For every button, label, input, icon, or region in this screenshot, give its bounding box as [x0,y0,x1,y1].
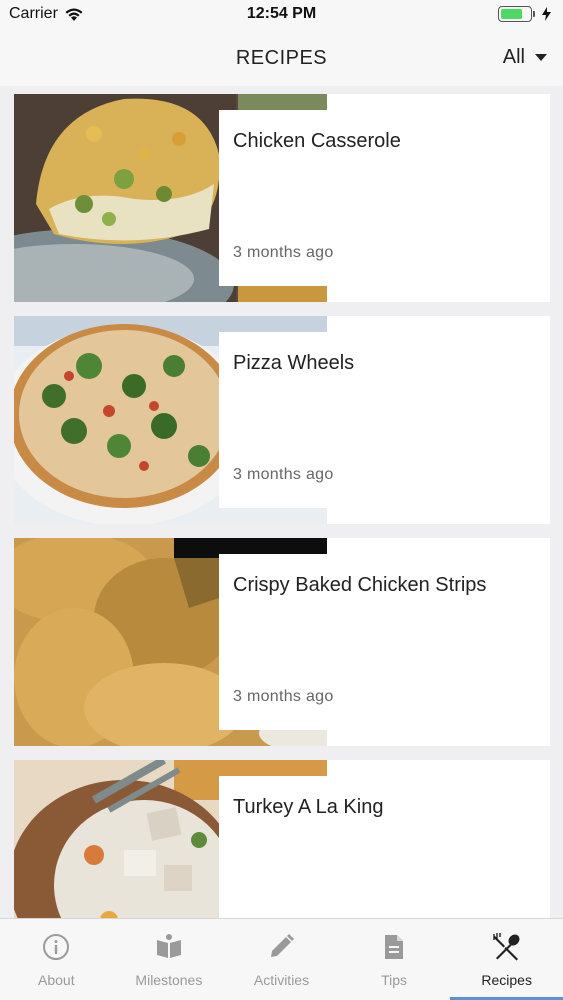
tab-recipes[interactable]: Recipes [450,919,563,1000]
page-title: RECIPES [235,47,328,69]
recipe-title: Crispy Baked Chicken Strips [233,574,487,596]
recipe-info: Crispy Baked Chicken Strips 3 months ago [219,554,550,730]
status-bar: Carrier 12:54 PM [0,0,563,30]
chevron-down-icon [535,54,547,61]
tab-label: Milestones [135,972,203,988]
document-icon [385,935,404,959]
utensils-icon [492,933,520,961]
book-icon [156,934,181,958]
status-right [498,6,551,22]
tab-bar: About Milestones Activities Tips Recipes [0,918,563,1000]
pencil-icon [271,934,295,957]
recipe-info: Turkey A La King [219,776,550,918]
recipe-timestamp: 3 months ago [233,688,334,705]
recipe-card[interactable]: Turkey A La King [14,760,550,918]
filter-dropdown[interactable]: All [503,46,547,69]
recipe-timestamp: 3 months ago [233,244,334,261]
recipe-card[interactable]: Chicken Casserole 3 months ago [14,94,550,302]
tab-label: Tips [381,972,408,988]
recipe-info: Chicken Casserole 3 months ago [219,110,550,286]
filter-label: All [502,46,525,68]
battery-icon [498,6,535,22]
tab-milestones[interactable]: Milestones [113,919,226,1000]
battery-fill [501,9,522,19]
recipe-timestamp: 3 months ago [233,466,334,483]
tab-activities[interactable]: Activities [225,919,338,1000]
recipe-card[interactable]: Pizza Wheels 3 months ago [14,316,550,524]
info-icon [43,934,70,960]
charging-icon [542,7,551,21]
recipe-title: Chicken Casserole [233,130,401,152]
status-time: 12:54 PM [246,5,317,22]
tab-label: About [38,972,75,988]
tab-about[interactable]: About [0,919,113,1000]
tab-label: Activities [253,972,310,988]
recipe-title: Turkey A La King [233,796,384,818]
recipe-info: Pizza Wheels 3 months ago [219,332,550,508]
tab-tips[interactable]: Tips [338,919,451,1000]
recipe-list[interactable]: Chicken Casserole 3 months ago Pizza Whe… [0,86,563,918]
recipe-card[interactable]: Crispy Baked Chicken Strips 3 months ago [14,538,550,746]
screen: Carrier 12:54 PM RECIPES All Chicken Cas… [0,0,563,1000]
nav-bar: RECIPES All [0,30,563,86]
tab-label: Recipes [481,972,532,988]
recipe-title: Pizza Wheels [233,352,355,374]
